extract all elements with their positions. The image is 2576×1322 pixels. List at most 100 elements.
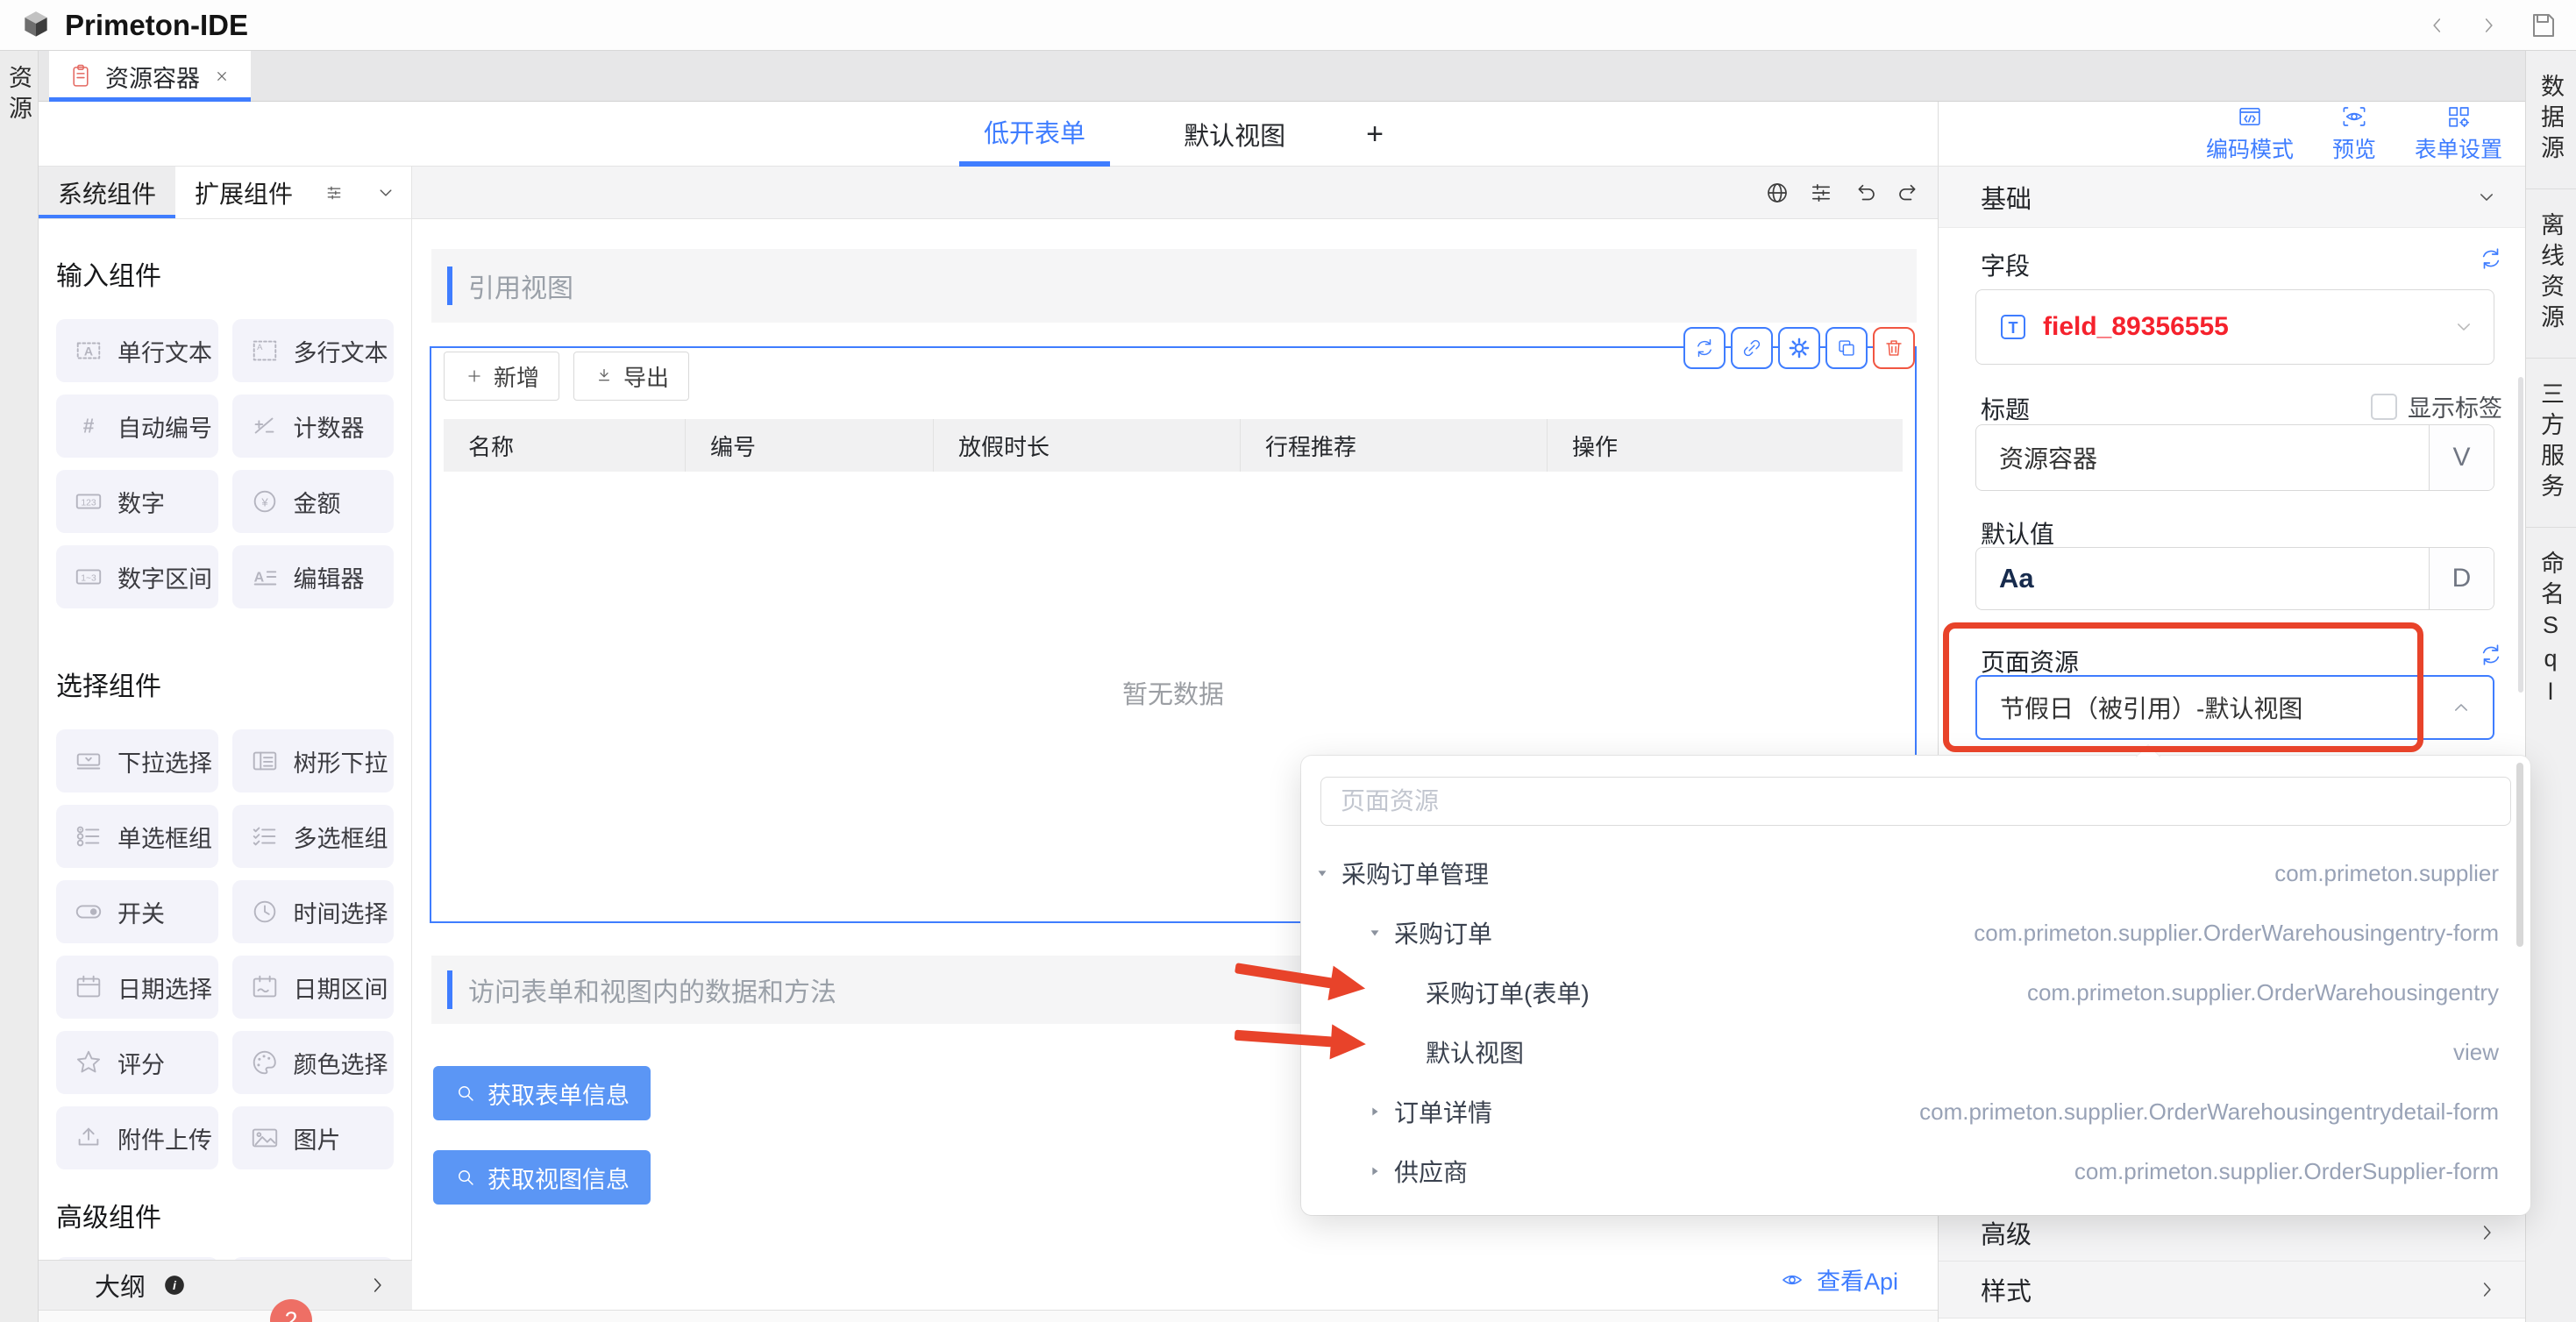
component-color-picker[interactable]: 颜色选择 xyxy=(232,1031,395,1094)
component-rating[interactable]: 评分 xyxy=(56,1031,218,1094)
dropdown-scrollbar[interactable] xyxy=(2516,763,2523,947)
style-section-header[interactable]: 样式 xyxy=(1939,1261,2525,1318)
dropdown-search-input[interactable] xyxy=(1341,787,2491,815)
tree-item-default-view[interactable]: 默认视图view xyxy=(1301,1022,2530,1082)
component-counter[interactable]: 计数器 xyxy=(232,394,395,458)
tree-item-purchase-order-form[interactable]: 采购订单(表单)com.primeton.supplier.OrderWareh… xyxy=(1301,963,2530,1022)
component-date-picker[interactable]: 日期选择 xyxy=(56,956,218,1019)
component-dropdown-select[interactable]: 下拉选择 xyxy=(56,729,218,792)
tab-system-components[interactable]: 系统组件 xyxy=(39,167,175,218)
component-copy-button[interactable] xyxy=(1825,327,1868,369)
title-input-value[interactable]: 资源容器 xyxy=(1976,425,2429,490)
column-header-name[interactable]: 名称 xyxy=(444,419,686,472)
tree-item-supplier[interactable]: 供应商com.primeton.supplier.OrderSupplier-f… xyxy=(1301,1141,2530,1201)
component-single-line-text[interactable]: 单行文本 xyxy=(56,319,218,382)
tree-item-purchase-order[interactable]: 采购订单com.primeton.supplier.OrderWarehousi… xyxy=(1301,903,2530,963)
component-settings-button[interactable] xyxy=(1778,327,1820,369)
doc-tab-resource-container[interactable]: 资源容器 xyxy=(49,51,251,102)
redo-icon[interactable] xyxy=(1896,180,1922,206)
title-input[interactable]: 资源容器 V xyxy=(1975,424,2494,491)
caret-closed-icon[interactable] xyxy=(1368,1164,1382,1178)
outline-expand-chevron-right-icon[interactable] xyxy=(365,1273,389,1297)
palette-collapse-chevron-down-icon[interactable] xyxy=(374,181,397,204)
get-form-info-button[interactable]: 获取表单信息 xyxy=(433,1066,651,1120)
export-button[interactable]: 导出 xyxy=(573,352,689,401)
chevron-right-icon[interactable] xyxy=(2474,1220,2499,1245)
i18n-globe-icon[interactable] xyxy=(1764,180,1790,206)
code-mode-label: 编码模式 xyxy=(2206,132,2294,164)
component-tree-dropdown[interactable]: 树形下拉 xyxy=(232,729,395,792)
dropdown-search-box[interactable] xyxy=(1320,777,2511,826)
title-variable-button[interactable]: V xyxy=(2429,425,2494,490)
default-value-text[interactable]: Aa xyxy=(1976,548,2429,609)
preview-button[interactable]: 预览 xyxy=(2332,103,2376,164)
basic-section-header[interactable]: 基础 xyxy=(1939,167,2525,228)
chevron-right-icon[interactable] xyxy=(2474,1277,2499,1302)
outline-bar[interactable]: 大纲 xyxy=(39,1260,412,1310)
component-delete-button[interactable] xyxy=(1873,327,1915,369)
tree-item-order-detail[interactable]: 订单详情com.primeton.supplier.OrderWarehousi… xyxy=(1301,1082,2530,1141)
add-row-button[interactable]: 新增 xyxy=(444,352,559,401)
column-header-holiday-duration[interactable]: 放假时长 xyxy=(934,419,1241,472)
component-time-picker[interactable]: 时间选择 xyxy=(232,880,395,943)
rail-item-thirdparty-services[interactable]: 三方服务 xyxy=(2526,359,2576,528)
component-link-button[interactable] xyxy=(1731,327,1773,369)
history-back-icon[interactable] xyxy=(2425,13,2450,38)
component-auto-number[interactable]: 自动编号 xyxy=(56,394,218,458)
component-money[interactable]: 金额 xyxy=(232,470,395,533)
page-resource-refresh-icon[interactable] xyxy=(2478,642,2504,668)
inspector-scrollbar[interactable] xyxy=(2518,377,2523,693)
chevron-down-icon[interactable] xyxy=(2474,185,2499,210)
column-header-code[interactable]: 编号 xyxy=(686,419,934,472)
caret-open-icon[interactable] xyxy=(1368,926,1382,940)
default-variable-button[interactable]: D xyxy=(2429,548,2494,609)
rail-item-datasource[interactable]: 数据源 xyxy=(2526,51,2576,189)
tree-item-purchase-order-mgmt[interactable]: 采购订单管理com.primeton.supplier xyxy=(1301,843,2530,903)
component-list-icon[interactable] xyxy=(324,183,344,203)
default-value-input[interactable]: Aa D xyxy=(1975,547,2494,610)
save-icon[interactable] xyxy=(2527,10,2558,41)
component-attachment-upload[interactable]: 附件上传 xyxy=(56,1106,218,1169)
add-view-tab-button[interactable]: + xyxy=(1359,102,1391,167)
component-radio-group[interactable]: 单选框组 xyxy=(56,805,218,868)
column-header-trip-recommendation[interactable]: 行程推荐 xyxy=(1241,419,1548,472)
component-editor[interactable]: 编辑器 xyxy=(232,545,395,608)
get-view-info-button[interactable]: 获取视图信息 xyxy=(433,1150,651,1205)
form-settings-icon xyxy=(2445,103,2472,130)
rail-item-named-sql[interactable]: 命名Sql xyxy=(2526,528,2576,735)
show-label-checkbox[interactable] xyxy=(2371,394,2397,420)
component-date-range[interactable]: 日期区间 xyxy=(232,956,395,1019)
component-switch[interactable]: 开关 xyxy=(56,880,218,943)
tab-default-view[interactable]: 默认视图 xyxy=(1159,102,1310,167)
column-header-actions[interactable]: 操作 xyxy=(1548,419,1903,472)
reference-view-section: 引用视图 xyxy=(431,249,1917,323)
component-number-range[interactable]: 数字区间 xyxy=(56,545,218,608)
view-tabs: 低开表单 默认视图 + xyxy=(412,102,1938,167)
component-image[interactable]: 图片 xyxy=(232,1106,395,1169)
form-settings-button[interactable]: 表单设置 xyxy=(2415,103,2502,164)
component-sync-button[interactable] xyxy=(1683,327,1726,369)
chevron-up-icon[interactable] xyxy=(2449,695,2473,720)
form-actions-toolbar: 编码模式 预览 表单设置 xyxy=(1938,102,2525,167)
component-multi-line-text[interactable]: 多行文本 xyxy=(232,319,395,382)
view-tabs-strip: 低开表单 默认视图 + xyxy=(39,102,1938,167)
component-checkbox-group[interactable]: 多选框组 xyxy=(232,805,395,868)
code-mode-button[interactable]: 编码模式 xyxy=(2206,103,2294,164)
page-resource-select[interactable]: 节假日（被引用）-默认视图 xyxy=(1975,675,2494,740)
field-refresh-icon[interactable] xyxy=(2478,245,2504,272)
history-forward-icon[interactable] xyxy=(2476,13,2501,38)
field-select[interactable]: field_89356555 xyxy=(1975,289,2494,365)
tab-low-code-form[interactable]: 低开表单 xyxy=(959,102,1110,167)
chevron-down-icon[interactable] xyxy=(2451,315,2476,339)
undo-icon[interactable] xyxy=(1852,180,1878,206)
caret-closed-icon[interactable] xyxy=(1368,1105,1382,1119)
rail-item-offline-resources[interactable]: 离线资源 xyxy=(2526,189,2576,359)
close-icon[interactable] xyxy=(212,67,231,86)
document-icon xyxy=(68,64,93,89)
caret-open-icon[interactable] xyxy=(1315,866,1329,880)
tab-extension-components[interactable]: 扩展组件 xyxy=(175,167,312,218)
left-rail-resources-tab[interactable]: 资源 xyxy=(2,65,36,126)
component-number[interactable]: 数字 xyxy=(56,470,218,533)
view-api-link[interactable]: 查看Api xyxy=(1780,1262,1898,1297)
canvas-config-icon[interactable] xyxy=(1808,180,1834,206)
